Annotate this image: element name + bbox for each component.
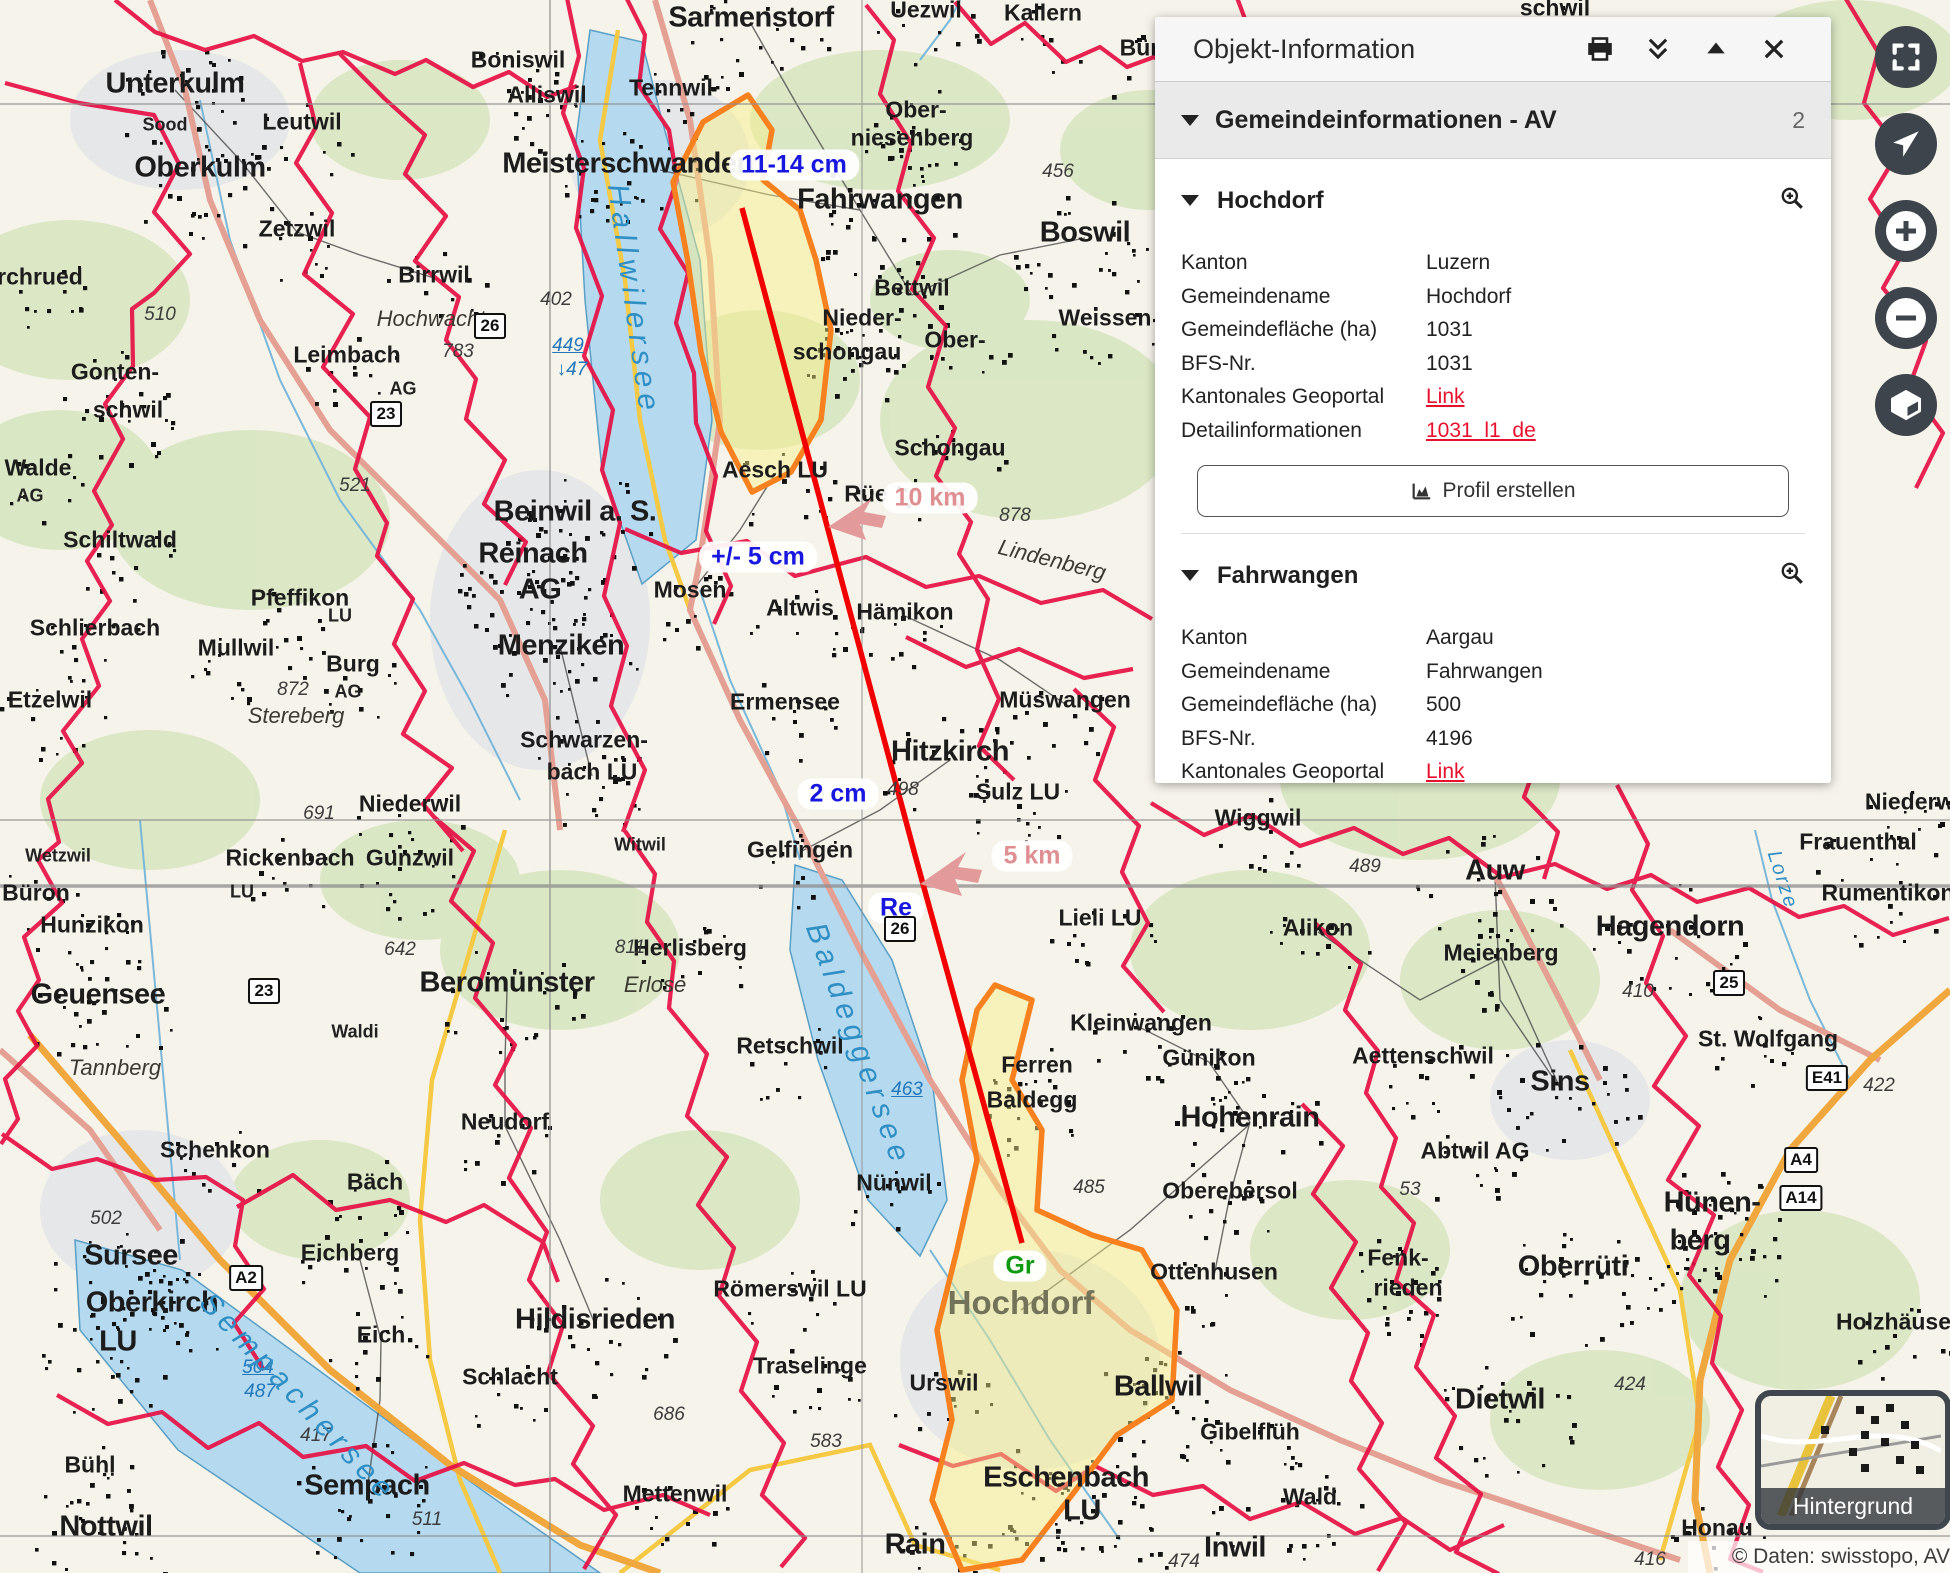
collapse-all-icon[interactable] bbox=[1643, 34, 1673, 64]
attribute-value-link[interactable]: 1031_l1_de bbox=[1426, 414, 1536, 448]
attribute-value: Luzern bbox=[1426, 246, 1490, 280]
attribute-value: 1031 bbox=[1426, 313, 1473, 347]
zoom-out-button[interactable] bbox=[1875, 287, 1937, 349]
feature-fahrwangen: FahrwangenKantonAargauGemeindenameFahrwa… bbox=[1155, 560, 1831, 783]
attribute-row: KantonAargau bbox=[1181, 621, 1805, 655]
section-gemeindeinformationen[interactable]: Gemeindeinformationen - AV 2 bbox=[1155, 82, 1831, 159]
background-selector-label: Hintergrund bbox=[1761, 1488, 1945, 1524]
attribute-value-link[interactable]: Link bbox=[1426, 380, 1465, 414]
attribute-row: Gemeindefläche (ha)500 bbox=[1181, 688, 1805, 722]
geolocate-button[interactable] bbox=[1875, 113, 1937, 175]
attribution-bar[interactable]: © Daten: swisstopo, AV bbox=[1688, 1541, 1950, 1573]
attribute-label: Gemeindename bbox=[1181, 655, 1426, 689]
attribute-row: Gemeindefläche (ha)1031 bbox=[1181, 313, 1805, 347]
attribute-row: Detailinformationen1031_l1_de bbox=[1181, 414, 1805, 448]
zoom-to-feature-icon[interactable] bbox=[1779, 185, 1805, 216]
attribute-label: Kantonales Geoportal bbox=[1181, 380, 1426, 414]
panel-header: Objekt-Information bbox=[1155, 17, 1831, 82]
background-selector[interactable]: Hintergrund bbox=[1755, 1390, 1950, 1530]
print-icon[interactable] bbox=[1585, 34, 1615, 64]
attribute-label: Kanton bbox=[1181, 621, 1426, 655]
attribute-label: BFS-Nr. bbox=[1181, 722, 1426, 756]
section-result-count: 2 bbox=[1792, 107, 1805, 134]
attribute-label: Gemeindefläche (ha) bbox=[1181, 313, 1426, 347]
feature-hochdorf: HochdorfKantonLuzernGemeindenameHochdorf… bbox=[1155, 185, 1831, 534]
minimize-icon[interactable] bbox=[1701, 34, 1731, 64]
attribute-label: BFS-Nr. bbox=[1181, 347, 1426, 381]
attribute-label: Kanton bbox=[1181, 246, 1426, 280]
create-profile-button[interactable]: Profil erstellen bbox=[1197, 465, 1789, 517]
fullscreen-button[interactable] bbox=[1875, 26, 1937, 88]
attribute-label: Kantonales Geoportal bbox=[1181, 755, 1426, 783]
attribute-value: 1031 bbox=[1426, 347, 1473, 381]
feature-list: HochdorfKantonLuzernGemeindenameHochdorf… bbox=[1155, 185, 1831, 783]
attribute-label: Detailinformationen bbox=[1181, 414, 1426, 448]
attribute-label: Gemeindename bbox=[1181, 280, 1426, 314]
attribute-value: 4196 bbox=[1426, 722, 1473, 756]
attribute-value: Fahrwangen bbox=[1426, 655, 1543, 689]
map-controls bbox=[1875, 26, 1937, 436]
feature-collapse-arrow-icon[interactable] bbox=[1181, 570, 1199, 581]
object-information-panel: Objekt-Information bbox=[1155, 17, 1831, 783]
zoom-to-feature-icon[interactable] bbox=[1779, 560, 1805, 591]
attribute-row: Kantonales GeoportalLink bbox=[1181, 755, 1805, 783]
section-collapse-arrow-icon[interactable] bbox=[1181, 115, 1199, 126]
3d-view-button[interactable] bbox=[1875, 374, 1937, 436]
attribute-row: GemeindenameHochdorf bbox=[1181, 280, 1805, 314]
attribute-value-link[interactable]: Link bbox=[1426, 755, 1465, 783]
attribute-value: Aargau bbox=[1426, 621, 1494, 655]
feature-name: Fahrwangen bbox=[1217, 562, 1779, 590]
attribute-row: KantonLuzern bbox=[1181, 246, 1805, 280]
attribute-row: Kantonales GeoportalLink bbox=[1181, 380, 1805, 414]
zoom-in-button[interactable] bbox=[1875, 200, 1937, 262]
attribute-row: GemeindenameFahrwangen bbox=[1181, 655, 1805, 689]
attribute-value: 500 bbox=[1426, 688, 1461, 722]
attribute-value: Hochdorf bbox=[1426, 280, 1511, 314]
section-title: Gemeindeinformationen - AV bbox=[1215, 106, 1792, 135]
attribute-row: BFS-Nr.1031 bbox=[1181, 347, 1805, 381]
create-profile-label: Profil erstellen bbox=[1442, 479, 1575, 503]
attribute-label: Gemeindefläche (ha) bbox=[1181, 688, 1426, 722]
close-icon[interactable] bbox=[1759, 34, 1789, 64]
attribute-row: BFS-Nr.4196 bbox=[1181, 722, 1805, 756]
feature-name: Hochdorf bbox=[1217, 187, 1779, 215]
map-application: UnterkulmOberkulmSoodLeutwilZetzwilBirrw… bbox=[0, 0, 1950, 1573]
attribution-text: © Daten: swisstopo, AV bbox=[1732, 1545, 1950, 1569]
feature-collapse-arrow-icon[interactable] bbox=[1181, 195, 1199, 206]
section-divider bbox=[1181, 533, 1805, 534]
panel-title: Objekt-Information bbox=[1193, 34, 1585, 65]
